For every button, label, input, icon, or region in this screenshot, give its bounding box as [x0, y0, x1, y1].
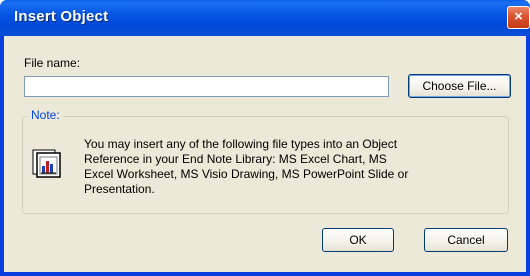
- note-text: You may insert any of the following file…: [84, 137, 409, 196]
- cancel-button[interactable]: Cancel: [424, 228, 508, 252]
- choose-file-button[interactable]: Choose File...: [408, 74, 511, 98]
- filename-label: File name:: [24, 56, 81, 70]
- ok-button[interactable]: OK: [322, 228, 394, 252]
- close-icon: ×: [514, 8, 523, 25]
- ole-object-chart-icon: [32, 149, 61, 178]
- dialog-body: File name: Choose File... Note: You may …: [4, 36, 526, 272]
- close-button[interactable]: ×: [507, 6, 530, 29]
- dialog-title: Insert Object: [14, 8, 109, 25]
- insert-object-dialog: Insert Object × File name: Choose File..…: [0, 0, 530, 276]
- filename-field[interactable]: [24, 76, 389, 97]
- title-bar[interactable]: Insert Object ×: [0, 0, 530, 36]
- note-legend: Note:: [28, 108, 63, 122]
